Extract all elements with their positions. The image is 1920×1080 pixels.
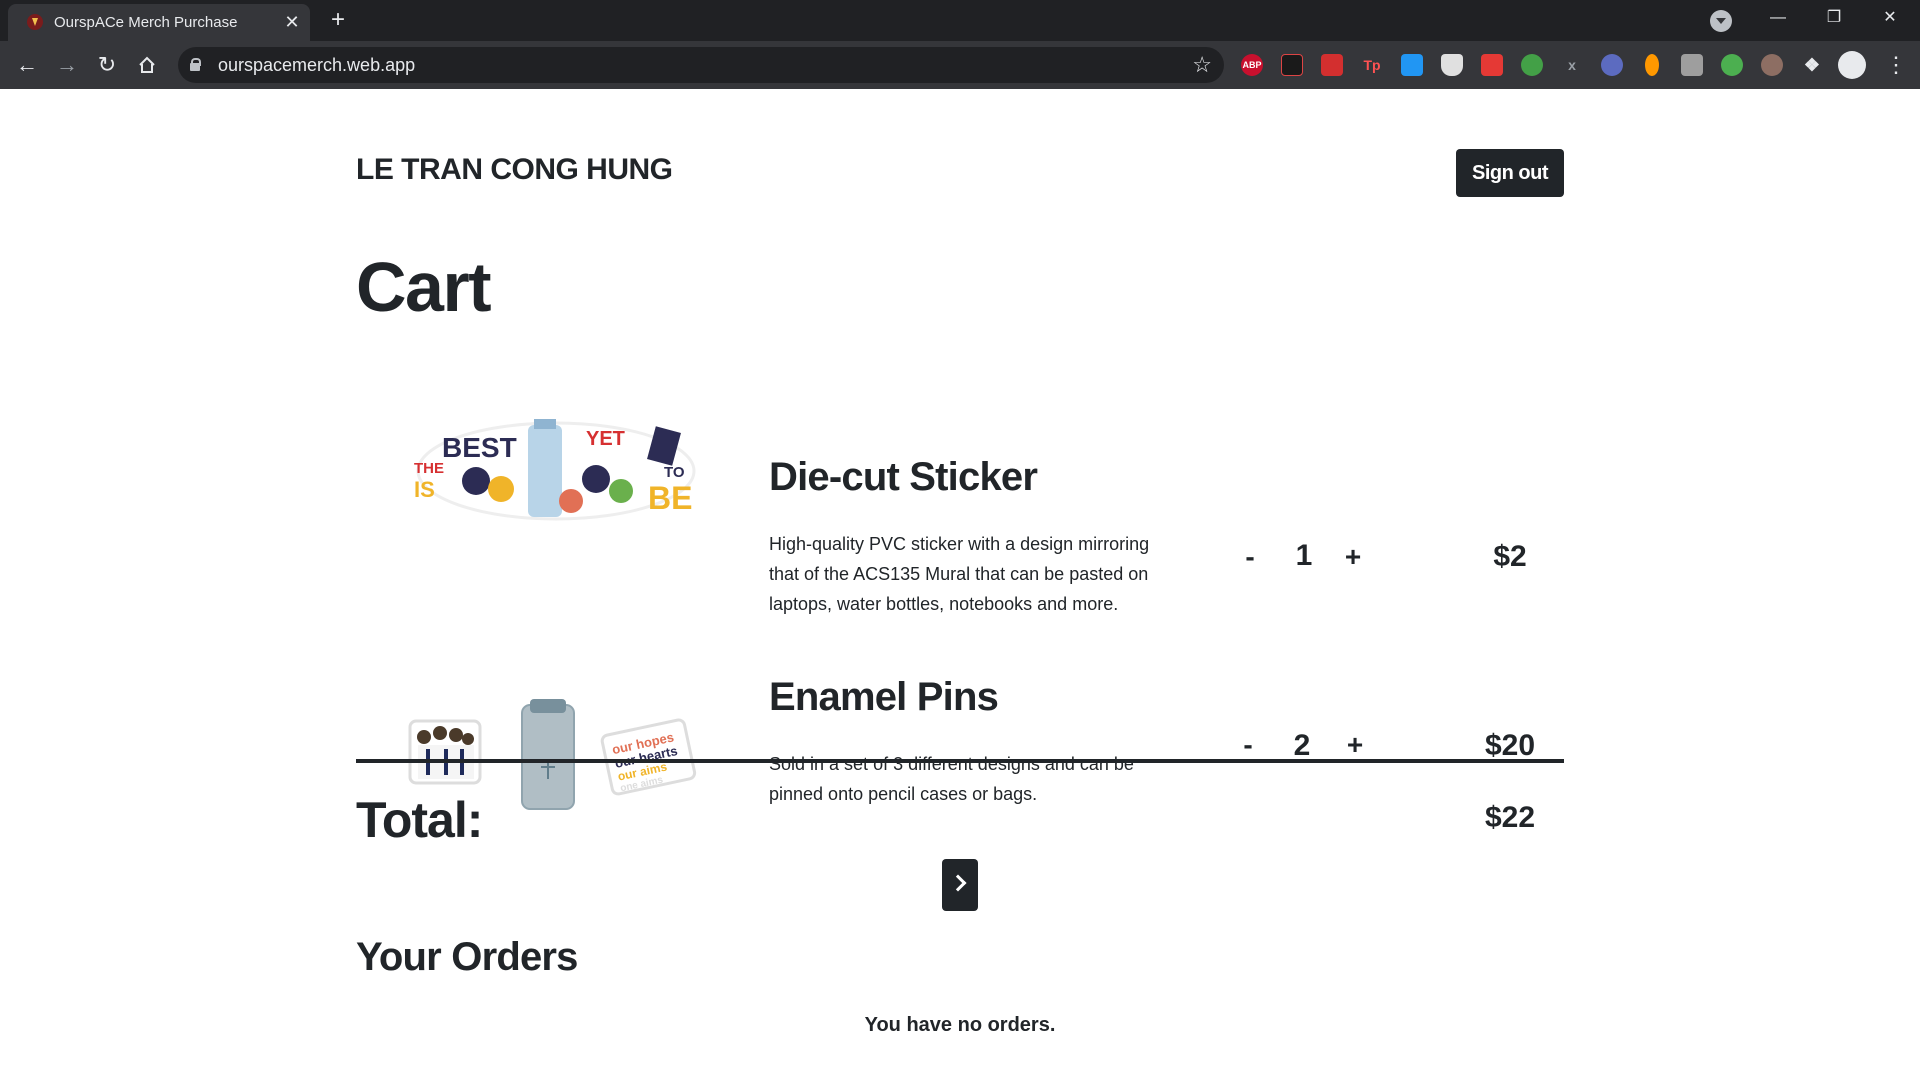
extension-icon-5[interactable] bbox=[1401, 54, 1423, 76]
item-description: Sold in a set of 3 different designs and… bbox=[769, 754, 1134, 804]
reload-icon[interactable]: ↻ bbox=[91, 49, 123, 81]
decrease-quantity-button[interactable]: - bbox=[1233, 729, 1263, 761]
home-icon[interactable] bbox=[131, 49, 163, 81]
tab-close-icon[interactable]: ✕ bbox=[280, 10, 304, 34]
close-window-button[interactable]: ✕ bbox=[1862, 0, 1918, 36]
back-icon[interactable]: ← bbox=[11, 49, 43, 81]
no-orders-message: You have no orders. bbox=[864, 1014, 1056, 1036]
address-bar[interactable]: ourspacemerch.web.app ☆ bbox=[178, 47, 1224, 83]
minimize-button[interactable]: — bbox=[1750, 0, 1806, 36]
bookmark-star-icon[interactable]: ☆ bbox=[1192, 52, 1212, 78]
adblock-extension-icon[interactable]: ABP bbox=[1241, 54, 1263, 76]
lock-icon bbox=[190, 58, 201, 71]
page-content: LE TRAN CONG HUNG Sign out Cart THE IS B… bbox=[0, 89, 1920, 1080]
cart-divider bbox=[356, 759, 1564, 763]
forward-icon[interactable]: → bbox=[51, 49, 83, 81]
new-tab-button[interactable]: + bbox=[324, 7, 352, 35]
extensions-puzzle-icon[interactable]: ❖ bbox=[1801, 54, 1823, 76]
tab-search-icon[interactable] bbox=[1710, 10, 1732, 32]
pdf-extension-icon[interactable] bbox=[1321, 54, 1343, 76]
tp-extension-icon[interactable]: Tp bbox=[1361, 54, 1383, 76]
cart-item: our hopes our hearts our aims one aims E… bbox=[356, 549, 1564, 810]
user-name: LE TRAN CONG HUNG bbox=[356, 153, 673, 186]
sticker-text-the: THE bbox=[414, 460, 444, 477]
browser-tab-bar: OurspACe Merch Purchase ✕ + — ❐ ✕ bbox=[0, 0, 1920, 41]
chevron-right-icon bbox=[949, 874, 967, 892]
extension-icon-2[interactable] bbox=[1281, 54, 1303, 76]
extension-icon-10[interactable] bbox=[1601, 54, 1623, 76]
site-favicon-icon bbox=[27, 14, 43, 30]
browser-toolbar: ← → ↻ ourspacemerch.web.app ☆ ABP Tp x ❖… bbox=[0, 41, 1920, 89]
tab-title: OurspACe Merch Purchase bbox=[54, 14, 238, 31]
cart-item: THE IS BEST YET TO BE Die-cut Sticker Hi… bbox=[356, 359, 1564, 614]
checkout-next-button[interactable] bbox=[942, 859, 978, 911]
x-extension-icon[interactable]: x bbox=[1561, 54, 1583, 76]
extension-icon-11[interactable] bbox=[1645, 54, 1659, 76]
orders-title: Your Orders bbox=[356, 935, 578, 979]
plus-extension-icon[interactable] bbox=[1521, 54, 1543, 76]
profile-avatar-icon[interactable] bbox=[1838, 51, 1866, 79]
main-container: LE TRAN CONG HUNG Sign out Cart THE IS B… bbox=[356, 89, 1564, 1080]
shield-extension-icon[interactable] bbox=[1441, 54, 1463, 76]
sticker-text-best: BEST bbox=[442, 432, 517, 463]
sticker-text-is: IS bbox=[414, 477, 435, 502]
extension-icon-13[interactable] bbox=[1721, 54, 1743, 76]
browser-menu-icon[interactable]: ⋮ bbox=[1884, 49, 1908, 81]
cart-title: Cart bbox=[356, 248, 492, 326]
extension-icon-7[interactable] bbox=[1481, 54, 1503, 76]
url-text[interactable]: ourspacemerch.web.app bbox=[218, 55, 415, 76]
sticker-product-image: THE IS BEST YET TO BE bbox=[414, 419, 696, 521]
restore-button[interactable]: ❐ bbox=[1806, 0, 1862, 36]
sign-out-button[interactable]: Sign out bbox=[1456, 149, 1564, 197]
total-value: $22 bbox=[1484, 801, 1536, 834]
increase-quantity-button[interactable]: + bbox=[1340, 729, 1370, 761]
browser-tab[interactable]: OurspACe Merch Purchase ✕ bbox=[8, 4, 310, 41]
sticker-text-be: BE bbox=[648, 480, 692, 516]
item-price: $20 bbox=[1484, 729, 1536, 762]
sticker-text-yet: YET bbox=[586, 428, 625, 450]
item-name: Die-cut Sticker bbox=[769, 455, 1038, 499]
item-name: Enamel Pins bbox=[769, 675, 999, 719]
total-label: Total: bbox=[356, 792, 483, 848]
item-quantity: 2 bbox=[1293, 729, 1311, 762]
extension-icon-12[interactable] bbox=[1681, 54, 1703, 76]
sticker-text-to: TO bbox=[664, 464, 685, 481]
extension-icon-14[interactable] bbox=[1761, 54, 1783, 76]
